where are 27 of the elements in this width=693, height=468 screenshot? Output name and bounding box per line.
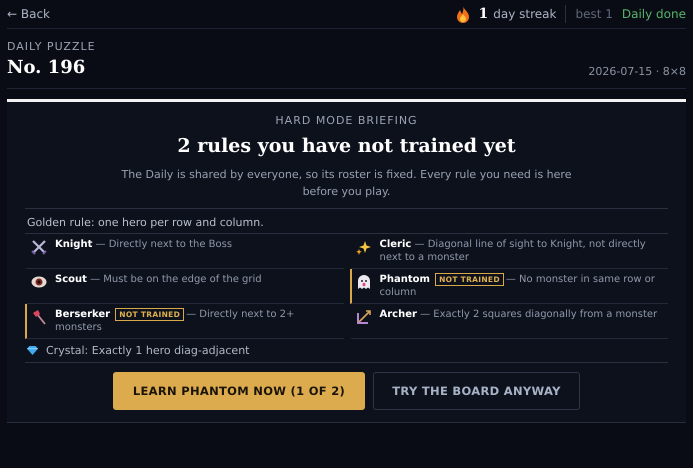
rule-text: Archer — Exactly 2 squares diagonally from a monster [380, 308, 658, 321]
daily-status: Daily done [622, 7, 686, 21]
bow-icon [356, 309, 372, 325]
briefing-intro: The Daily is shared by everyone, so its roster is fixed. Every rule you need is here before you play. [120, 167, 572, 200]
back-link[interactable]: ← Back [7, 7, 50, 21]
best-streak: best 1 [575, 7, 613, 21]
swords-icon [31, 239, 47, 255]
rule-text: Cleric — Diagonal line of sight to Knight, not directly next to a monster [380, 238, 647, 264]
learn-button[interactable]: LEARN PHANTOM NOW (1 OF 2) [113, 372, 365, 410]
rule-text: Knight — Directly next to the Boss [55, 238, 232, 251]
puzzle-title: No. 196 [7, 57, 86, 78]
axe-icon [31, 309, 47, 325]
ghost-icon [356, 274, 372, 290]
eye-icon [31, 274, 47, 290]
sparkle-icon [356, 239, 372, 255]
try-board-button[interactable]: TRY THE BOARD ANYWAY [373, 372, 580, 410]
crystal-rule: Crystal: Exactly 1 hero diag-adjacent [46, 344, 250, 357]
streak-count: 1 [478, 6, 488, 22]
briefing-title: 2 rules you have not trained yet [176, 135, 517, 157]
golden-rule: Golden rule: one hero per row and column. [25, 209, 668, 234]
diamond-icon [27, 346, 38, 355]
rule-text: Scout — Must be on the edge of the grid [55, 273, 262, 286]
flame-icon [456, 6, 470, 22]
puzzle-meta: 2026-07-15 · 8×8 [588, 65, 686, 78]
streak-label: day streak [493, 7, 556, 21]
section-label: DAILY PUZZLE [7, 40, 96, 53]
briefing-label: HARD MODE BRIEFING [274, 114, 419, 127]
